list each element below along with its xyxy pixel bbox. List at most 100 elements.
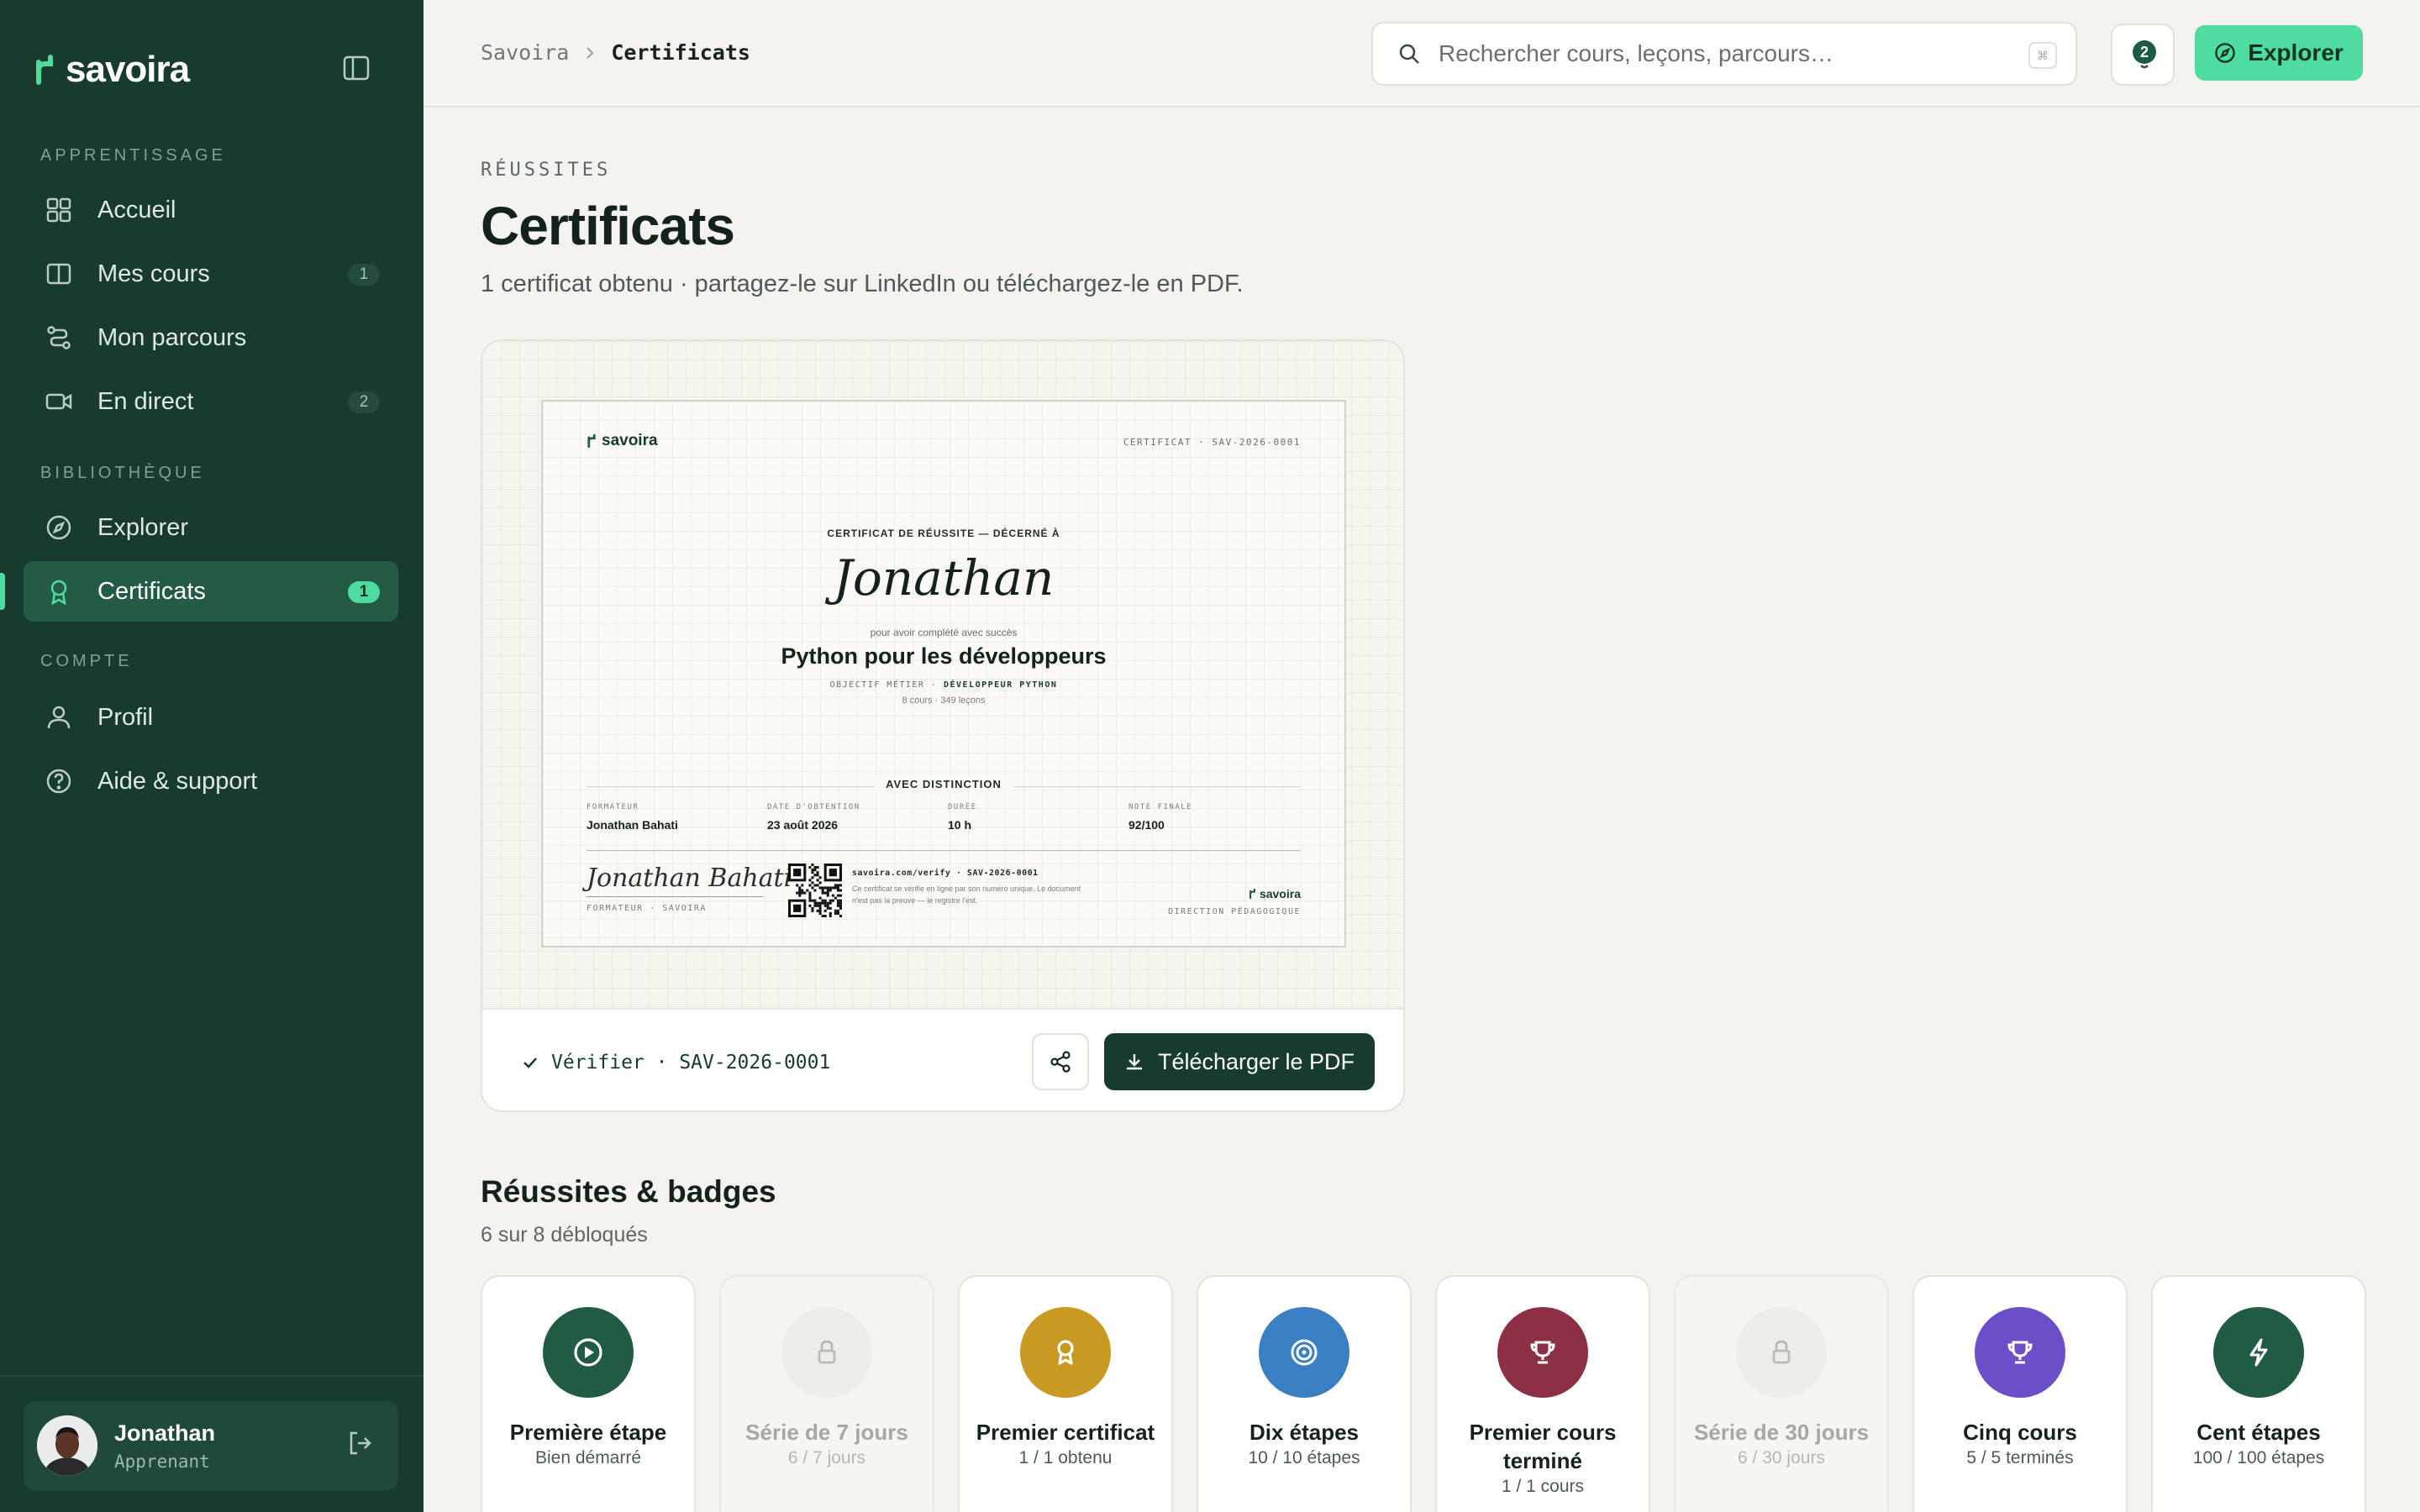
certificate-goal: OBJECTIF MÉTIER · DÉVELOPPEUR PYTHON [543, 680, 1344, 690]
sidebar-item-label: Accueil [97, 196, 176, 223]
certificate-logo: savoira [587, 432, 658, 450]
badge-card[interactable]: Première étape Bien démarré [481, 1275, 696, 1512]
download-icon [1126, 1054, 1142, 1070]
sidebar-item-mon-parcours[interactable]: Mon parcours [24, 307, 398, 368]
sidebar-item-explorer[interactable]: Explorer [24, 497, 398, 558]
nav-section-label: COMPTE [40, 652, 133, 670]
badge-progress: 5 / 5 terminés [1966, 1448, 2074, 1467]
direction-logo: savoira [1168, 887, 1301, 900]
badge-title: Première étape [509, 1420, 667, 1445]
search-input[interactable] [1439, 40, 2010, 67]
collapse-sidebar-button[interactable] [343, 55, 370, 81]
badge-progress: 6 / 7 jours [787, 1448, 866, 1467]
sidebar-item-certificats[interactable]: Certificats 1 [24, 561, 398, 622]
search-box[interactable]: ⌘ [1371, 22, 2077, 86]
user-role: Apprenant [114, 1451, 210, 1472]
breadcrumb-current: Certificats [611, 40, 750, 65]
verify-link[interactable]: Vérifier · SAV-2026-0001 [523, 1052, 830, 1074]
nav-section-label: BIBLIOTHÈQUE [40, 464, 205, 482]
share-button[interactable] [1032, 1033, 1089, 1090]
field-value: 10 h [948, 818, 972, 832]
badge-card[interactable]: Dix étapes 10 / 10 étapes [1197, 1275, 1412, 1512]
badge-progress: 1 / 1 obtenu [1018, 1448, 1113, 1467]
certificate-awarded-to: CERTIFICAT DE RÉUSSITE — DÉCERNÉ À [827, 528, 1060, 539]
download-pdf-label: Télécharger le PDF [1157, 1048, 1355, 1074]
sidebar-item-label: Mes cours [97, 260, 210, 287]
badge-card[interactable]: Série de 30 jours 6 / 30 jours [1674, 1275, 1889, 1512]
certificate-document: savoira CERTIFICAT · SAV-2026-0001 CERTI… [541, 400, 1346, 948]
badge-card[interactable]: Premier certificat 1 / 1 obtenu [958, 1275, 1173, 1512]
nav-section-label: APPRENTISSAGE [40, 146, 226, 165]
page-title: Certificats [481, 196, 735, 256]
sidebar-item-label: En direct [97, 387, 194, 415]
sidebar-item-label: Aide & support [97, 767, 258, 795]
divider [587, 850, 1301, 851]
certificate-distinction: AVEC DISTINCTION [874, 778, 1013, 790]
sidebar-item-label: Certificats [97, 577, 206, 605]
field-value: 92/100 [1128, 818, 1165, 832]
badge-title: Série de 7 jours [745, 1420, 908, 1445]
logo-mark-icon [36, 55, 53, 85]
share-icon [1050, 1051, 1071, 1073]
qr-code-icon [788, 864, 842, 917]
badges-section-subtitle: 6 sur 8 débloqués [481, 1223, 648, 1247]
user-name: Jonathan [114, 1420, 216, 1446]
explore-button-label: Explorer [2248, 39, 2344, 66]
certificate-fields: FORMATEUR Jonathan Bahati DATE D'OBTENTIO… [587, 803, 1309, 832]
badge-card[interactable]: Cent étapes 100 / 100 étapes [2151, 1275, 2366, 1512]
trophy-icon [1975, 1307, 2065, 1398]
badge-progress: 6 / 30 jours [1738, 1448, 1825, 1467]
certificate-card: savoira CERTIFICAT · SAV-2026-0001 CERTI… [481, 339, 1405, 1112]
certificate-direction: savoira DIRECTION PÉDAGOGIQUE [1168, 887, 1301, 916]
chevron-right-icon [587, 46, 594, 59]
field-value: Jonathan Bahati [587, 818, 678, 832]
breadcrumb: Savoira Certificats [481, 40, 750, 65]
logout-icon [350, 1431, 371, 1455]
brand-name: savoira [66, 49, 190, 90]
sidebar-item-profil[interactable]: Profil [24, 687, 398, 748]
book-icon [44, 259, 74, 289]
sidebar-item-accueil[interactable]: Accueil [24, 180, 398, 240]
logo-mark-icon [1249, 888, 1255, 900]
download-pdf-button[interactable]: Télécharger le PDF [1104, 1033, 1375, 1090]
count-badge: 1 [348, 581, 380, 603]
compass-icon [44, 512, 74, 543]
certificate-verify-info: savoira.com/verify · SAV-2026-0001 Ce ce… [852, 869, 1096, 906]
logout-button[interactable] [346, 1430, 373, 1457]
badge-title: Premier cours terminé [1469, 1420, 1617, 1473]
certificate-meta: 8 cours · 349 leçons [902, 696, 986, 706]
user-card[interactable]: Jonathan Apprenant [24, 1401, 398, 1490]
explore-button[interactable]: Explorer [2195, 25, 2363, 81]
compass-icon [2215, 43, 2235, 63]
field-label: NOTE FINALE [1128, 803, 1193, 811]
badge-title: Cinq cours [1963, 1420, 2077, 1445]
breadcrumb-parent[interactable]: Savoira [481, 40, 569, 65]
shortcut-key-icon: ⌘ [2028, 42, 2057, 69]
field-duration: DURÉE 10 h [948, 803, 1128, 832]
bell-icon [2140, 65, 2149, 69]
badge-card[interactable]: Cinq cours 5 / 5 terminés [1912, 1275, 2128, 1512]
award-icon [1020, 1307, 1111, 1398]
field-label: FORMATEUR [587, 803, 639, 811]
target-icon [1259, 1307, 1349, 1398]
brand-logo[interactable]: savoira [34, 49, 190, 91]
sidebar-item-aide[interactable]: Aide & support [24, 751, 398, 811]
sidebar-item-label: Profil [97, 703, 154, 731]
sidebar-item-mes-cours[interactable]: Mes cours 1 [24, 244, 398, 304]
lock-icon [1736, 1307, 1827, 1398]
topbar: Savoira Certificats ⌘ 2 Explorer [424, 0, 2420, 108]
verify-url: savoira.com/verify · SAV-2026-0001 [852, 869, 1039, 878]
field-date: DATE D'OBTENTION 23 août 2026 [767, 803, 948, 832]
video-icon [44, 386, 74, 417]
award-icon [44, 576, 74, 606]
goal-value: DÉVELOPPEUR PYTHON [944, 680, 1058, 690]
direction-brand: savoira [1259, 887, 1301, 900]
signature-script: Jonathan Bahati [587, 864, 792, 893]
field-value: 23 août 2026 [767, 818, 839, 832]
badge-progress: 100 / 100 étapes [2192, 1448, 2325, 1467]
notifications-button[interactable]: 2 [2111, 24, 2175, 86]
badge-progress: 10 / 10 étapes [1248, 1448, 1360, 1467]
badge-card[interactable]: Série de 7 jours 6 / 7 jours [719, 1275, 934, 1512]
badge-card[interactable]: Premier cours terminé 1 / 1 cours [1435, 1275, 1650, 1512]
sidebar-item-en-direct[interactable]: En direct 2 [24, 371, 398, 432]
